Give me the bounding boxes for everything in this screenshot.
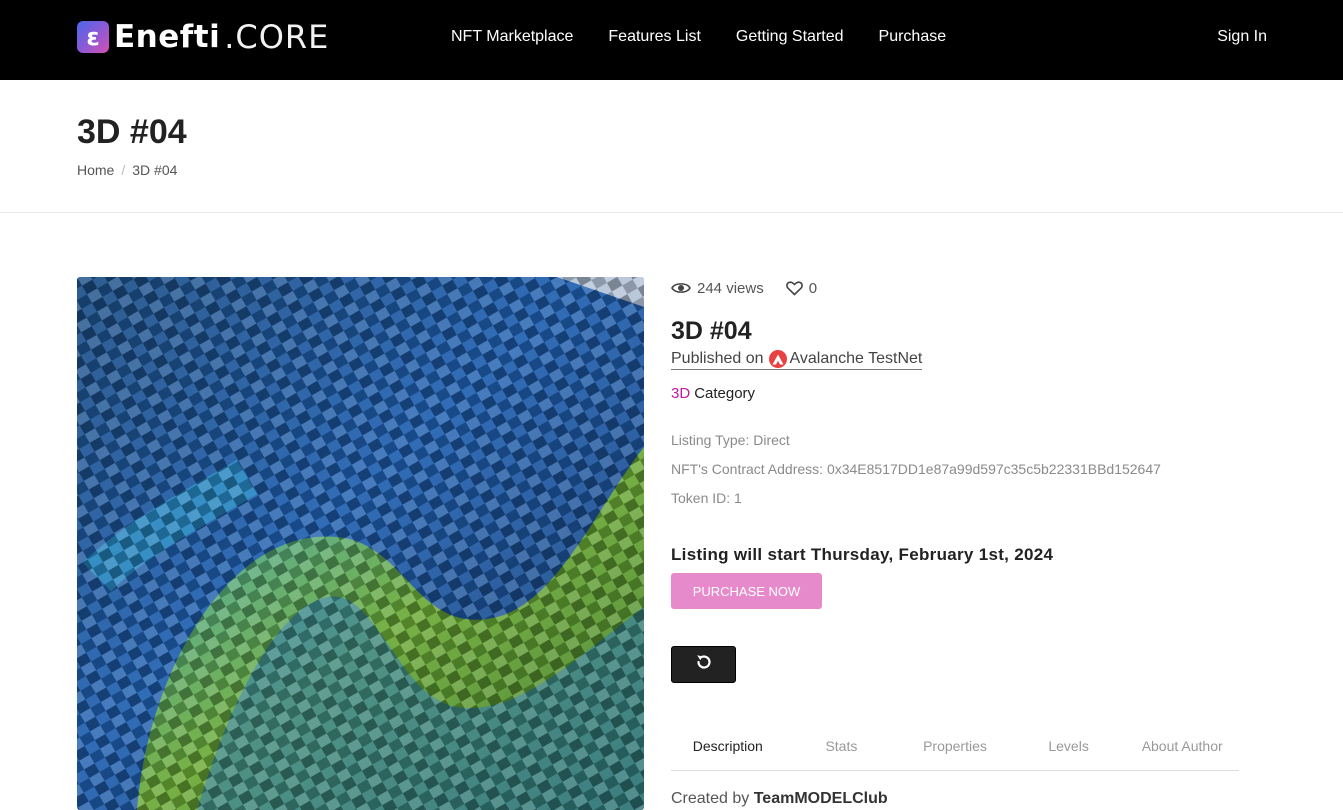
published-on-link[interactable]: Published on Avalanche TestNet bbox=[671, 350, 923, 370]
nav-item-getting-started[interactable]: Getting Started bbox=[736, 28, 844, 46]
views-count: 244 views bbox=[697, 279, 764, 297]
nft-title: 3D #04 bbox=[671, 317, 752, 345]
page-header: 3D #04 Home / 3D #04 bbox=[0, 80, 1343, 213]
eye-icon bbox=[671, 281, 691, 295]
breadcrumb-separator: / bbox=[121, 162, 126, 178]
contract-address: NFT's Contract Address: 0x34E8517DD1e87a… bbox=[671, 461, 1161, 477]
avalanche-icon bbox=[768, 350, 787, 368]
breadcrumb-home[interactable]: Home bbox=[77, 162, 114, 178]
main-nav: NFT Marketplace Features List Getting St… bbox=[451, 28, 981, 46]
tab-levels[interactable]: Levels bbox=[1012, 730, 1126, 770]
nft-image[interactable] bbox=[77, 277, 644, 810]
tab-description[interactable]: Description bbox=[671, 730, 785, 770]
tab-stats[interactable]: Stats bbox=[785, 730, 899, 770]
logo-name: Enefti bbox=[114, 19, 221, 55]
nav-item-purchase[interactable]: Purchase bbox=[879, 28, 947, 46]
category-label: Category bbox=[694, 385, 756, 402]
network-name: Avalanche TestNet bbox=[789, 350, 923, 367]
created-prefix: Created by bbox=[671, 790, 750, 807]
heart-icon bbox=[785, 280, 803, 296]
nft-details: 244 views 0 3D #04 Published on Avalanch… bbox=[671, 277, 1241, 683]
page-title: 3D #04 bbox=[77, 113, 187, 151]
category-link[interactable]: 3D bbox=[671, 385, 690, 402]
category-row: 3D Category bbox=[671, 385, 1241, 402]
logo-suffix: .CORE bbox=[224, 18, 330, 56]
purchase-now-button[interactable]: PURCHASE NOW bbox=[671, 573, 822, 609]
like-button[interactable]: 0 bbox=[785, 279, 818, 297]
token-id: Token ID: 1 bbox=[671, 490, 742, 506]
author-link[interactable]: TeamMODELClub bbox=[754, 790, 888, 807]
created-by: Created by TeamMODELClub bbox=[671, 790, 888, 808]
breadcrumb: Home / 3D #04 bbox=[77, 162, 177, 178]
refresh-icon bbox=[694, 652, 714, 677]
detail-tabs: Description Stats Properties Levels Abou… bbox=[671, 730, 1239, 771]
refresh-button[interactable] bbox=[671, 646, 736, 683]
tab-about-author[interactable]: About Author bbox=[1125, 730, 1239, 770]
listing-type: Listing Type: Direct bbox=[671, 432, 790, 448]
tab-properties[interactable]: Properties bbox=[898, 730, 1012, 770]
nav-item-features-list[interactable]: Features List bbox=[608, 28, 700, 46]
breadcrumb-current: 3D #04 bbox=[132, 162, 178, 178]
nav-item-nft-marketplace[interactable]: NFT Marketplace bbox=[451, 28, 573, 46]
likes-count: 0 bbox=[808, 279, 818, 297]
stats-row: 244 views 0 bbox=[671, 277, 1241, 299]
nft-meta: Listing Type: Direct NFT's Contract Addr… bbox=[671, 426, 1241, 513]
sign-in-link[interactable]: Sign In bbox=[1217, 28, 1267, 46]
site-logo[interactable]: ε Enefti .CORE bbox=[77, 18, 330, 56]
listing-start-notice: Listing will start Thursday, February 1s… bbox=[671, 545, 1054, 564]
top-navbar: ε Enefti .CORE NFT Marketplace Features … bbox=[0, 0, 1343, 80]
logo-mark: ε bbox=[77, 21, 109, 53]
published-prefix: Published on bbox=[671, 350, 764, 367]
